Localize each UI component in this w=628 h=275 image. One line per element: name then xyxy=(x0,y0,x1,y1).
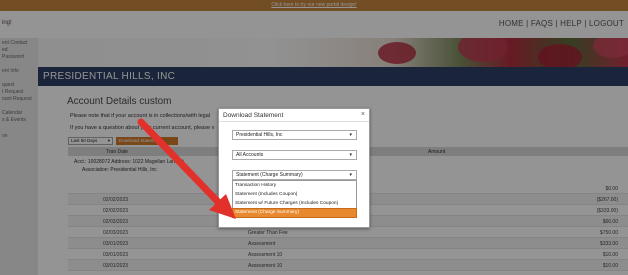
chevron-down-icon: ▾ xyxy=(349,132,352,138)
accounts-select-value: All Accounts xyxy=(236,152,264,158)
chevron-down-icon: ▾ xyxy=(349,152,352,158)
option-transaction-history[interactable]: Transaction History xyxy=(233,182,356,190)
statement-type-select-value: Statement (Charge Summary) xyxy=(236,172,303,178)
option-statement-coupon[interactable]: Statement (Includes Coupon) xyxy=(233,191,356,199)
dialog-divider xyxy=(219,121,369,122)
statement-type-select[interactable]: Statement (Charge Summary) ▾ xyxy=(232,170,357,180)
association-select-value: Presidential Hills, Inc xyxy=(236,132,283,138)
download-statement-dialog: Download Statement × Presidential Hills,… xyxy=(218,108,370,228)
accounts-select[interactable]: All Accounts ▾ xyxy=(232,150,357,160)
dialog-title: Download Statement xyxy=(223,112,284,119)
option-statement-charge-summary[interactable]: Statement (Charge Summary) xyxy=(232,208,357,218)
close-icon[interactable]: × xyxy=(361,111,365,118)
option-statement-future-charges[interactable]: Statement w/ Future Charges (Includes Co… xyxy=(233,200,356,208)
chevron-down-icon: ▾ xyxy=(349,172,352,178)
statement-type-options: Transaction History Statement (Includes … xyxy=(232,180,357,218)
association-select[interactable]: Presidential Hills, Inc ▾ xyxy=(232,130,357,140)
screen: Click here to try our new portal design!… xyxy=(0,0,628,275)
